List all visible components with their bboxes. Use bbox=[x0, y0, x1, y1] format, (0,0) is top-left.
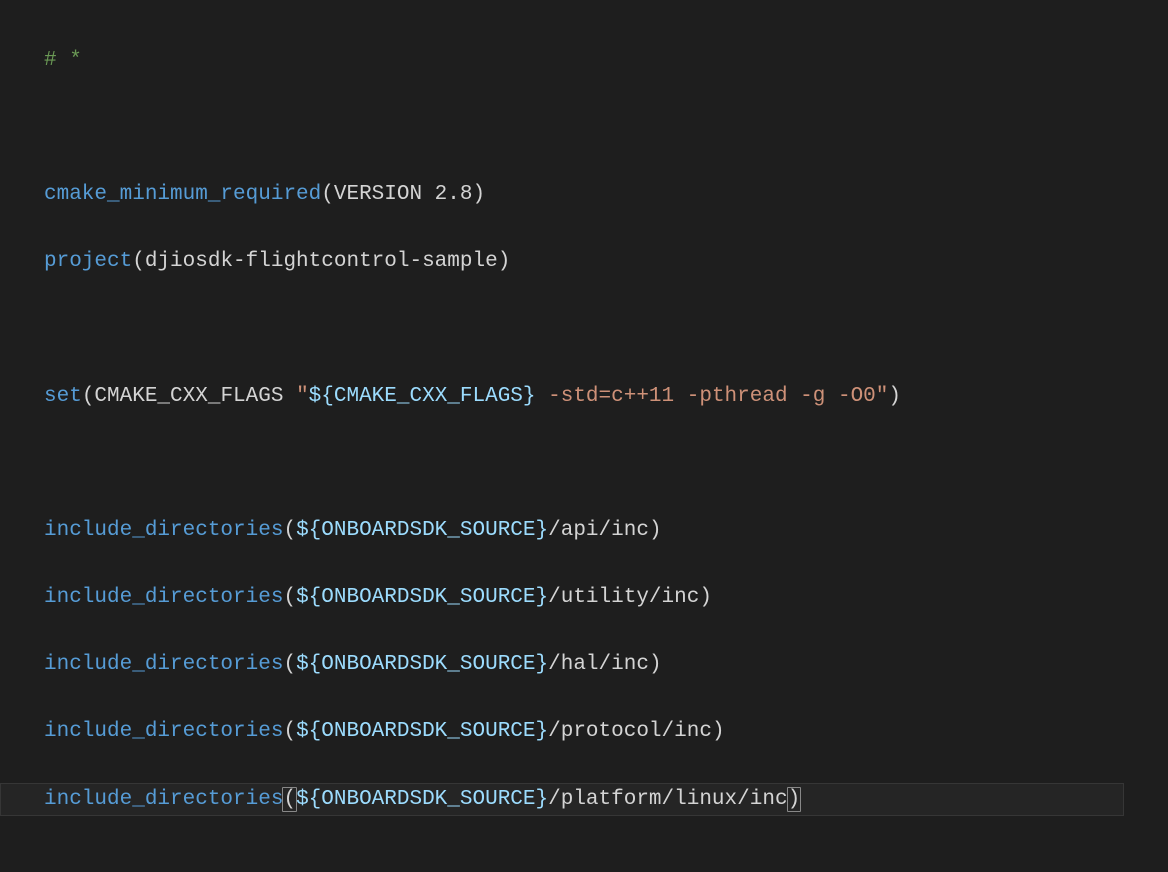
variable-ref: ${ONBOARDSDK_SOURCE} bbox=[296, 519, 548, 542]
variable-ref: ${CMAKE_CXX_FLAGS} bbox=[309, 385, 536, 408]
code-line: # * bbox=[44, 44, 1168, 78]
code-line: include_directories(${ONBOARDSDK_SOURCE}… bbox=[44, 715, 1168, 749]
variable-ref: ${ONBOARDSDK_SOURCE} bbox=[296, 720, 548, 743]
path: /hal/inc bbox=[548, 653, 649, 676]
bracket-match: ( bbox=[282, 787, 297, 812]
argument: djiosdk-flightcontrol-sample bbox=[145, 250, 498, 273]
function-call: include_directories bbox=[44, 586, 283, 609]
code-editor[interactable]: # * cmake_minimum_required(VERSION 2.8) … bbox=[0, 0, 1168, 872]
code-line: include_directories(${ONBOARDSDK_SOURCE}… bbox=[44, 648, 1168, 682]
path: /utility/inc bbox=[548, 586, 699, 609]
variable-ref: ${ONBOARDSDK_SOURCE} bbox=[296, 788, 548, 811]
code-line-active: include_directories(${ONBOARDSDK_SOURCE}… bbox=[0, 783, 1124, 817]
bracket-match: ) bbox=[787, 787, 802, 812]
code-line bbox=[44, 850, 1168, 872]
code-line: set(CMAKE_CXX_FLAGS "${CMAKE_CXX_FLAGS} … bbox=[44, 380, 1168, 414]
code-line: include_directories(${ONBOARDSDK_SOURCE}… bbox=[44, 514, 1168, 548]
function-call: include_directories bbox=[44, 788, 283, 811]
function-call: include_directories bbox=[44, 519, 283, 542]
function-call: include_directories bbox=[44, 653, 283, 676]
function-call: set bbox=[44, 385, 82, 408]
code-line: include_directories(${ONBOARDSDK_SOURCE}… bbox=[44, 581, 1168, 615]
code-line: cmake_minimum_required(VERSION 2.8) bbox=[44, 178, 1168, 212]
function-call: cmake_minimum_required bbox=[44, 183, 321, 206]
code-line bbox=[44, 111, 1168, 145]
comment: # * bbox=[44, 49, 82, 72]
function-call: include_directories bbox=[44, 720, 283, 743]
variable-name: CMAKE_CXX_FLAGS bbox=[94, 385, 283, 408]
function-call: project bbox=[44, 250, 132, 273]
code-line: project(djiosdk-flightcontrol-sample) bbox=[44, 245, 1168, 279]
argument: VERSION 2.8 bbox=[334, 183, 473, 206]
string: -std=c++11 -pthread -g -O0" bbox=[536, 385, 889, 408]
code-line bbox=[44, 447, 1168, 481]
code-line bbox=[44, 312, 1168, 346]
path: /api/inc bbox=[548, 519, 649, 542]
variable-ref: ${ONBOARDSDK_SOURCE} bbox=[296, 653, 548, 676]
path: /protocol/inc bbox=[548, 720, 712, 743]
variable-ref: ${ONBOARDSDK_SOURCE} bbox=[296, 586, 548, 609]
path: /platform/linux/inc bbox=[548, 788, 787, 811]
